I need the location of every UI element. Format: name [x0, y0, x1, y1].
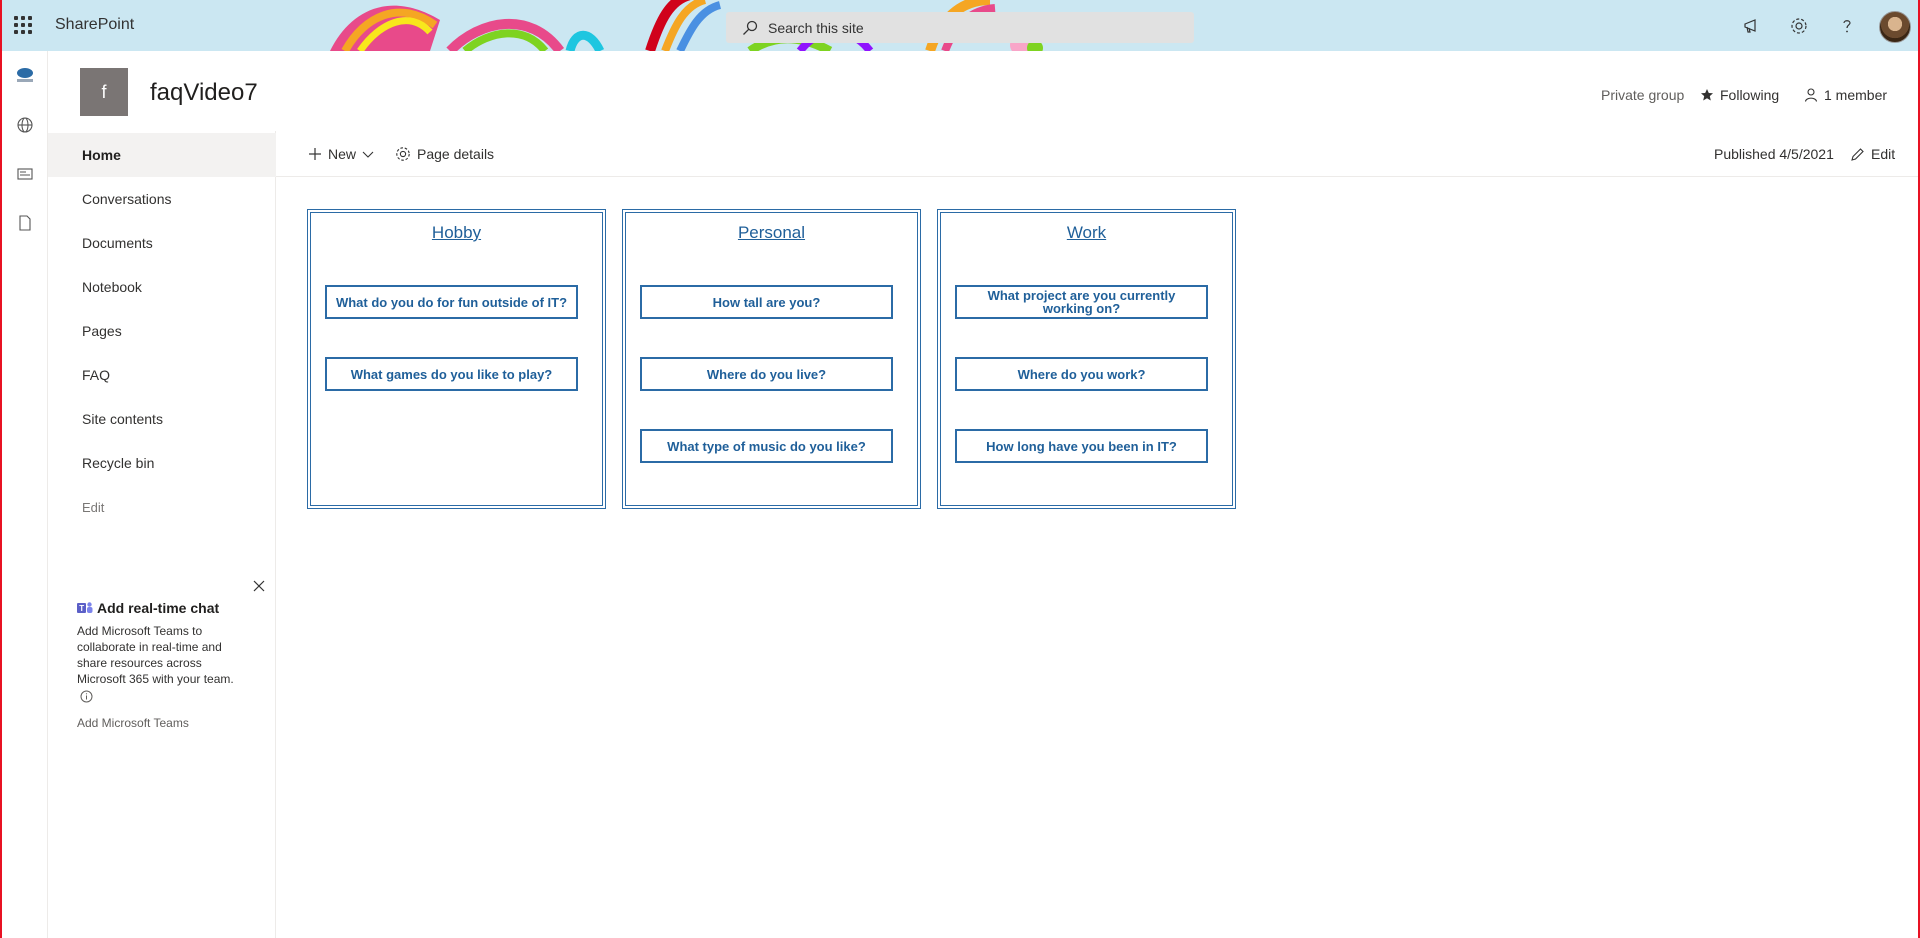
promo-title-text: Add real-time chat: [97, 600, 220, 616]
category-title-hobby[interactable]: Hobby: [311, 223, 602, 243]
question-button[interactable]: Where do you work?: [955, 357, 1208, 391]
search-box[interactable]: Search this site: [726, 12, 1194, 43]
nav-item-label: Recycle bin: [82, 455, 155, 471]
left-navigation: Home Conversations Documents Notebook Pa…: [48, 131, 276, 938]
nav-item-home[interactable]: Home: [48, 133, 276, 177]
published-text: Published 4/5/2021: [1714, 146, 1834, 162]
teams-icon: T: [77, 602, 93, 613]
question-button[interactable]: What project are you currently working o…: [955, 285, 1208, 319]
edit-button[interactable]: Edit: [1850, 131, 1895, 177]
published-status: Published 4/5/2021: [1714, 131, 1834, 177]
site-title[interactable]: faqVideo7: [150, 79, 258, 107]
nav-item-label: Documents: [82, 235, 153, 251]
window-frame-left: [0, 0, 2, 938]
info-icon[interactable]: [80, 690, 93, 703]
document-icon[interactable]: [14, 212, 36, 234]
app-launcher-waffle-icon[interactable]: [14, 16, 32, 34]
person-icon: [1804, 88, 1818, 102]
help-question-icon[interactable]: [1836, 15, 1858, 37]
nav-item-label: Home: [82, 147, 121, 163]
nav-item-site-contents[interactable]: Site contents: [48, 397, 276, 441]
category-title-work[interactable]: Work: [941, 223, 1232, 243]
app-bar: [2, 51, 48, 938]
nav-item-label: Edit: [82, 499, 105, 515]
nav-item-conversations[interactable]: Conversations: [48, 177, 276, 221]
home-logo-icon[interactable]: [14, 64, 36, 86]
category-box-hobby: Hobby What do you do for fun outside of …: [307, 209, 606, 509]
nav-item-label: FAQ: [82, 367, 111, 383]
members-button[interactable]: 1 member: [1804, 87, 1887, 103]
category-box-personal: Personal How tall are you? Where do you …: [622, 209, 921, 509]
suite-brand[interactable]: SharePoint: [55, 16, 134, 34]
question-button[interactable]: What games do you like to play?: [325, 357, 578, 391]
nav-item-documents[interactable]: Documents: [48, 221, 276, 265]
nav-item-recycle-bin[interactable]: Recycle bin: [48, 441, 276, 485]
category-box-work: Work What project are you currently work…: [937, 209, 1236, 509]
nav-item-pages[interactable]: Pages: [48, 309, 276, 353]
question-button[interactable]: What type of music do you like?: [640, 429, 893, 463]
news-icon[interactable]: [14, 163, 36, 185]
nav-item-faq[interactable]: FAQ: [48, 353, 276, 397]
close-icon[interactable]: [251, 578, 267, 594]
megaphone-icon[interactable]: [1741, 15, 1763, 37]
question-button[interactable]: Where do you live?: [640, 357, 893, 391]
nav-item-label: Pages: [82, 323, 122, 339]
nav-edit-link[interactable]: Edit: [48, 485, 276, 529]
following-label: Following: [1720, 87, 1780, 103]
nav-item-label: Conversations: [82, 191, 172, 207]
privacy-text: Private group: [1601, 87, 1685, 103]
settings-gear-icon[interactable]: [1788, 15, 1810, 37]
question-button[interactable]: How tall are you?: [640, 285, 893, 319]
search-placeholder: Search this site: [768, 19, 864, 36]
pencil-icon: [1851, 147, 1864, 161]
page-details-label: Page details: [417, 146, 495, 162]
svg-text:T: T: [79, 604, 84, 613]
chevron-down-icon: [362, 151, 374, 158]
edit-label: Edit: [1871, 146, 1896, 162]
add-teams-link[interactable]: Add Microsoft Teams: [77, 716, 189, 730]
search-icon: [743, 20, 758, 35]
gear-icon: [396, 147, 410, 161]
user-avatar[interactable]: [1879, 11, 1911, 43]
star-icon: [1701, 89, 1713, 101]
page-details-button[interactable]: Page details: [395, 131, 494, 177]
nav-item-notebook[interactable]: Notebook: [48, 265, 276, 309]
category-title-personal[interactable]: Personal: [626, 223, 917, 243]
plus-icon: [309, 148, 321, 160]
globe-icon[interactable]: [14, 114, 36, 136]
command-bar: New Page details Published 4/5/2021 Edit: [276, 131, 1918, 177]
new-label: New: [328, 146, 357, 162]
privacy-label: Private group: [1601, 87, 1684, 103]
members-label: 1 member: [1824, 87, 1888, 103]
suite-bar: SharePoint Search this site: [0, 0, 1920, 51]
promo-description: Add Microsoft Teams to collaborate in re…: [77, 624, 234, 686]
following-button[interactable]: Following: [1700, 87, 1779, 103]
question-button[interactable]: What do you do for fun outside of IT?: [325, 285, 578, 319]
promo-title: T Add real-time chat: [77, 600, 219, 616]
question-button[interactable]: How long have you been in IT?: [955, 429, 1208, 463]
new-button[interactable]: New: [308, 131, 374, 177]
nav-item-label: Site contents: [82, 411, 163, 427]
site-logo[interactable]: f: [80, 68, 128, 116]
nav-item-label: Notebook: [82, 279, 142, 295]
